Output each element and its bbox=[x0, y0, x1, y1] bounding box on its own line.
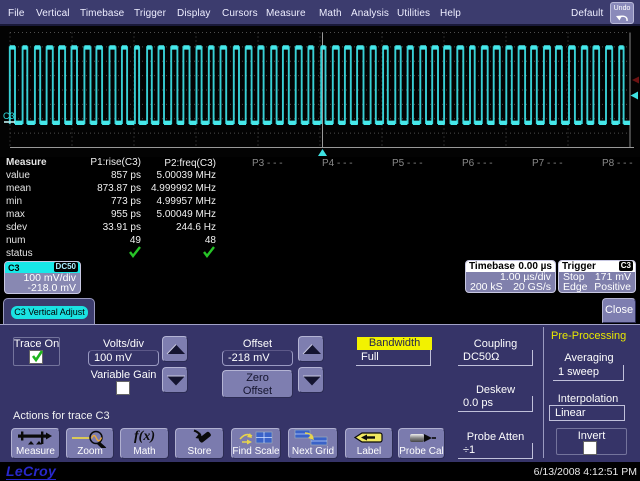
svg-text:C3: C3 bbox=[3, 111, 15, 121]
